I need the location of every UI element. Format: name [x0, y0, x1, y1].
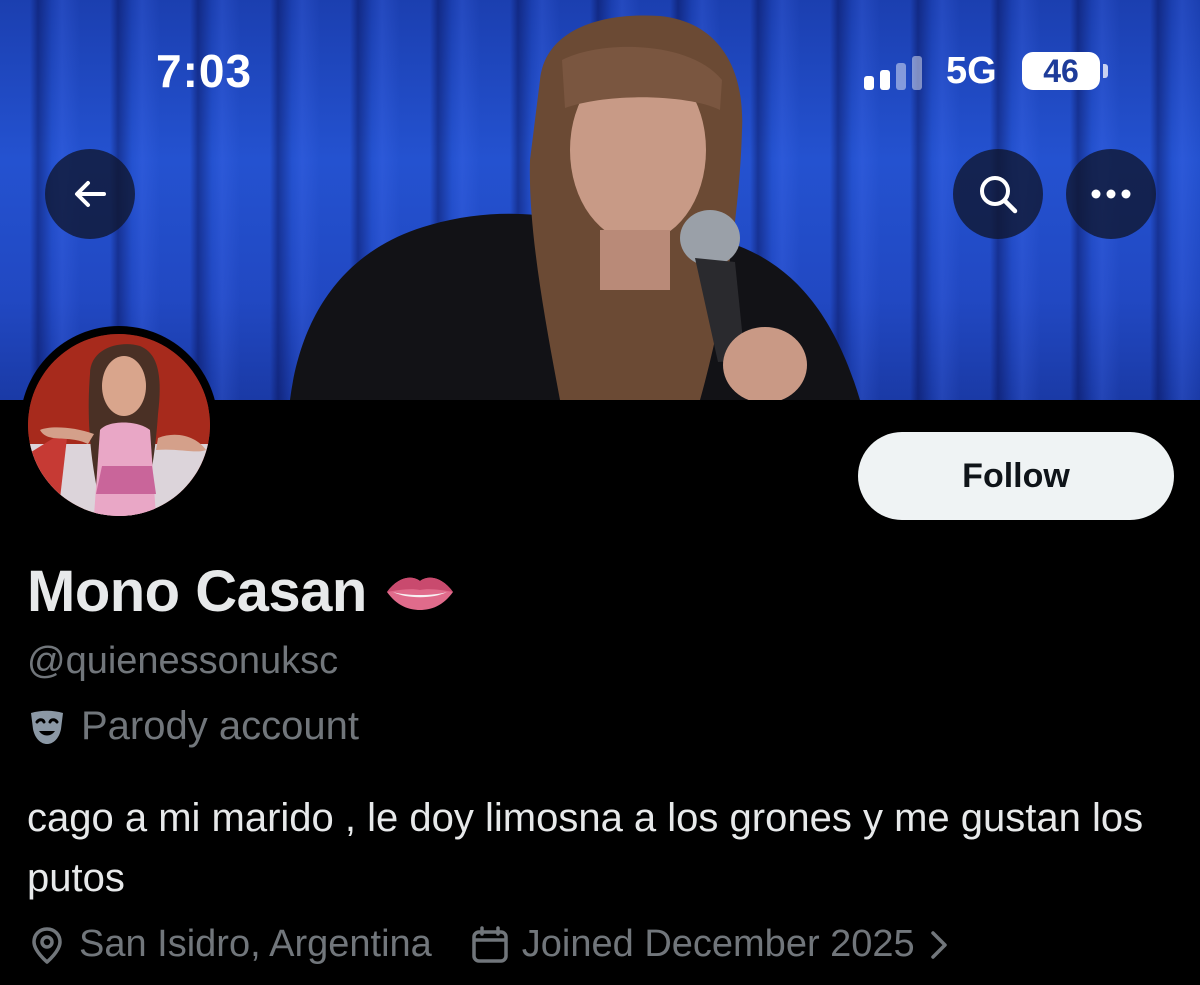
- back-button[interactable]: [45, 149, 135, 239]
- parody-label-text: Parody account: [81, 704, 359, 748]
- profile-handle: @quienessonuksc: [27, 640, 339, 682]
- battery-level: 46: [1043, 52, 1079, 89]
- joined-text: Joined December 2025: [521, 923, 915, 965]
- profile-screen: 7:03 5G 46 Follow Mono Casan @quienesson…: [0, 0, 1200, 985]
- avatar-image: [28, 334, 210, 516]
- cellular-signal-icon: [864, 54, 926, 90]
- profile-bio: cago a mi marido , le doy limosna a los …: [27, 796, 1144, 900]
- more-horizontal-icon: [1091, 189, 1131, 199]
- theater-mask-icon: [31, 710, 63, 744]
- battery-icon: 46: [1022, 52, 1108, 90]
- joined-item[interactable]: Joined December 2025: [470, 923, 949, 966]
- follow-button[interactable]: Follow: [858, 432, 1174, 520]
- location-pin-icon: [32, 926, 62, 964]
- arrow-left-icon: [75, 181, 106, 207]
- status-time: 7:03: [156, 45, 253, 97]
- calendar-icon: [472, 925, 508, 963]
- profile-display-name: Mono Casan: [27, 558, 455, 625]
- parody-label: Parody account: [27, 704, 359, 749]
- location-text: San Isidro, Argentina: [79, 923, 432, 965]
- search-button[interactable]: [953, 149, 1043, 239]
- avatar[interactable]: [20, 326, 218, 524]
- more-options-button[interactable]: [1066, 149, 1156, 239]
- display-name-text: Mono Casan: [27, 559, 367, 624]
- profile-meta: San Isidro, Argentina Joined December 20…: [27, 923, 949, 966]
- lips-emoji-icon: [386, 577, 453, 610]
- location-item: San Isidro, Argentina: [27, 923, 432, 966]
- search-icon: [980, 176, 1018, 214]
- network-type: 5G: [946, 50, 997, 92]
- chevron-right-icon: [930, 930, 947, 959]
